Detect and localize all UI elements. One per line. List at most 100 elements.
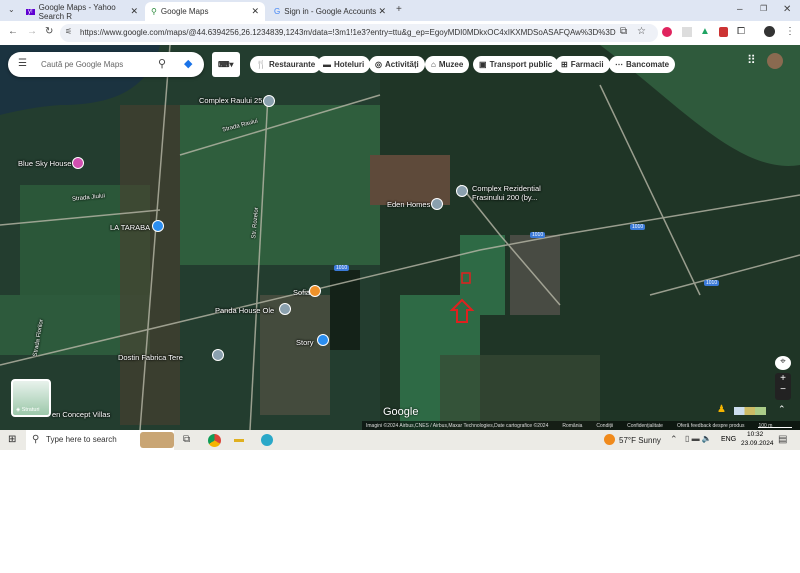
tab-google-maps[interactable]: ⚲ Google Maps ✕ [145, 2, 265, 21]
tab-yahoo[interactable]: y! Google Maps - Yahoo Search R ✕ [20, 2, 144, 21]
tab-bar: ⌄ y! Google Maps - Yahoo Search R ✕ ⚲ Googl… [0, 0, 800, 21]
place-label[interactable]: Eden Homes [387, 200, 430, 209]
place-label[interactable]: Sofia [293, 288, 310, 297]
profile-avatar[interactable] [764, 26, 775, 37]
privacy-link[interactable]: Confidențialitate [627, 423, 663, 429]
location-icon: ⌖ [780, 356, 786, 367]
place-pin-icon[interactable] [431, 198, 443, 210]
file-explorer-icon[interactable]: ▬ [234, 434, 244, 445]
road-badge: 1010 [704, 280, 720, 286]
place-pin-icon[interactable] [456, 185, 468, 197]
chip-restaurante[interactable]: 🍴 Restaurante [250, 56, 322, 73]
account-avatar[interactable] [767, 53, 783, 69]
tab-label: Google Maps - Yahoo Search R [38, 2, 116, 21]
chip-label: Bancomate [626, 60, 670, 69]
chip-farmacii[interactable]: ⊞ Farmacii [555, 56, 610, 73]
menu-hamburger-icon[interactable]: ☰ [18, 58, 27, 69]
camera-icon: ◎ [375, 60, 382, 69]
map-layers-preview[interactable] [734, 407, 766, 415]
taskbar-search[interactable]: ⚲ Type here to search [26, 430, 174, 450]
shop-pin-icon[interactable] [317, 334, 329, 346]
scale-bar[interactable]: 100 m [758, 423, 793, 429]
food-pin-icon[interactable] [309, 285, 321, 297]
place-label[interactable]: Complex Raului 25 [199, 96, 262, 105]
zoom-in-button[interactable]: + [775, 373, 791, 384]
back-icon[interactable]: ← [8, 26, 18, 37]
search-icon[interactable]: ⚲ [158, 57, 166, 70]
expand-chevron-icon[interactable]: ⌃ [778, 404, 786, 415]
terms-link[interactable]: Condiții [596, 423, 613, 429]
url-text: https://www.google.com/maps/@44.6394256,… [80, 28, 616, 37]
address-bar-row: ← → ↻ https://www.google.com/maps/@44.63… [0, 21, 800, 45]
place-label[interactable]: Frasinului 200 (by... [472, 193, 537, 202]
place-label[interactable]: Story [296, 338, 314, 347]
place-pin-icon[interactable] [212, 349, 224, 361]
tab-label: Google Maps [160, 7, 209, 16]
forward-icon[interactable]: → [27, 26, 37, 37]
tab-list-icon[interactable]: ⌄ [8, 5, 15, 14]
weather-text[interactable]: 57°F Sunny [619, 436, 661, 445]
reload-icon[interactable]: ↻ [45, 26, 53, 37]
maximize-button[interactable]: ❐ [760, 4, 767, 13]
windows-start-icon[interactable]: ⊞ [8, 434, 16, 445]
tray-icons[interactable]: ▯ ▬ 🔈 [685, 434, 712, 443]
menu-kebab-icon[interactable]: ⋮ [785, 26, 795, 37]
place-label[interactable]: en Concept Villas [52, 410, 110, 419]
museum-icon: ⌂ [431, 60, 436, 69]
close-icon[interactable]: ✕ [130, 6, 138, 17]
place-label[interactable]: Complex Rezidential [472, 184, 541, 193]
satellite-imagery [0, 45, 800, 430]
chip-muzee[interactable]: ⌂ Muzee [425, 56, 470, 73]
task-view-icon[interactable]: ⧉ [183, 434, 190, 445]
chip-hoteluri[interactable]: ▬ Hoteluri [317, 56, 371, 73]
chip-bancomate[interactable]: ⋯ Bancomate [609, 56, 676, 73]
extensions-puzzle-icon[interactable]: ⧠ [737, 26, 745, 37]
store-pin-icon[interactable] [152, 220, 164, 232]
zoom-out-button[interactable]: − [775, 384, 791, 395]
clock-date[interactable]: 23.09.2024 [741, 440, 774, 447]
close-icon[interactable]: ✕ [378, 6, 386, 17]
edge-icon[interactable] [261, 434, 273, 446]
new-tab-button[interactable]: + [396, 4, 402, 15]
site-info-icon[interactable]: ⚟ [65, 27, 72, 36]
minimize-button[interactable]: – [737, 4, 743, 15]
yahoo-icon: y! [26, 8, 35, 15]
search-icon: ⚲ [32, 434, 40, 445]
my-location-button[interactable]: ⌖ [775, 356, 791, 370]
place-label[interactable]: Blue Sky House [18, 159, 71, 168]
apps-grid-icon[interactable]: ⠿ [747, 53, 756, 67]
hotel-pin-icon[interactable] [72, 157, 84, 169]
tab-sign-in[interactable]: G Sign in - Google Accounts ✕ [268, 2, 392, 21]
region-link[interactable]: România [562, 423, 582, 429]
place-label[interactable]: Dostin Fabrica Tere [118, 353, 183, 362]
directions-icon[interactable]: ◆ [184, 57, 192, 70]
maps-pin-icon: ⚲ [151, 7, 157, 16]
search-box[interactable]: ☰ Caută pe Google Maps ⚲ ◆ [8, 52, 204, 77]
chip-transport-public[interactable]: ▣ Transport public [473, 56, 559, 73]
chip-activitati[interactable]: ◎ Activități [369, 56, 425, 73]
extension-icon[interactable] [719, 27, 728, 37]
extension-icon[interactable] [662, 27, 672, 37]
place-pin-icon[interactable] [279, 303, 291, 315]
notifications-icon[interactable]: ▤ [778, 434, 787, 445]
extension-icon[interactable] [682, 27, 692, 37]
close-window-button[interactable]: ✕ [783, 4, 791, 15]
layers-button[interactable]: ◈ Straturi [11, 379, 51, 417]
tray-chevron-icon[interactable]: ⌃ [670, 434, 678, 445]
chrome-taskbar-icon[interactable] [208, 434, 221, 447]
taskbar-search-placeholder: Type here to search [46, 435, 117, 444]
satellite-map[interactable]: ☰ Caută pe Google Maps ⚲ ◆ ⌨▾ 🍴 Restauran… [0, 45, 800, 430]
language-indicator[interactable]: ENG [721, 436, 736, 443]
bookmark-star-icon[interactable]: ☆ [637, 26, 646, 37]
close-icon[interactable]: ✕ [251, 6, 259, 17]
place-label[interactable]: Panda House Ole [215, 306, 274, 315]
place-pin-icon[interactable] [263, 95, 275, 107]
clock-time[interactable]: 10:32 [747, 431, 763, 438]
url-input[interactable]: https://www.google.com/maps/@44.6394256,… [60, 24, 658, 42]
drive-icon[interactable]: ▲ [700, 26, 710, 37]
place-label[interactable]: LA TARABA [110, 223, 150, 232]
keyboard-input-button[interactable]: ⌨▾ [212, 52, 240, 77]
pegman-icon[interactable]: ♟ [717, 404, 726, 415]
install-icon[interactable]: ⧉ [620, 26, 627, 37]
feedback-link[interactable]: Oferă feedback despre produs [677, 423, 745, 429]
